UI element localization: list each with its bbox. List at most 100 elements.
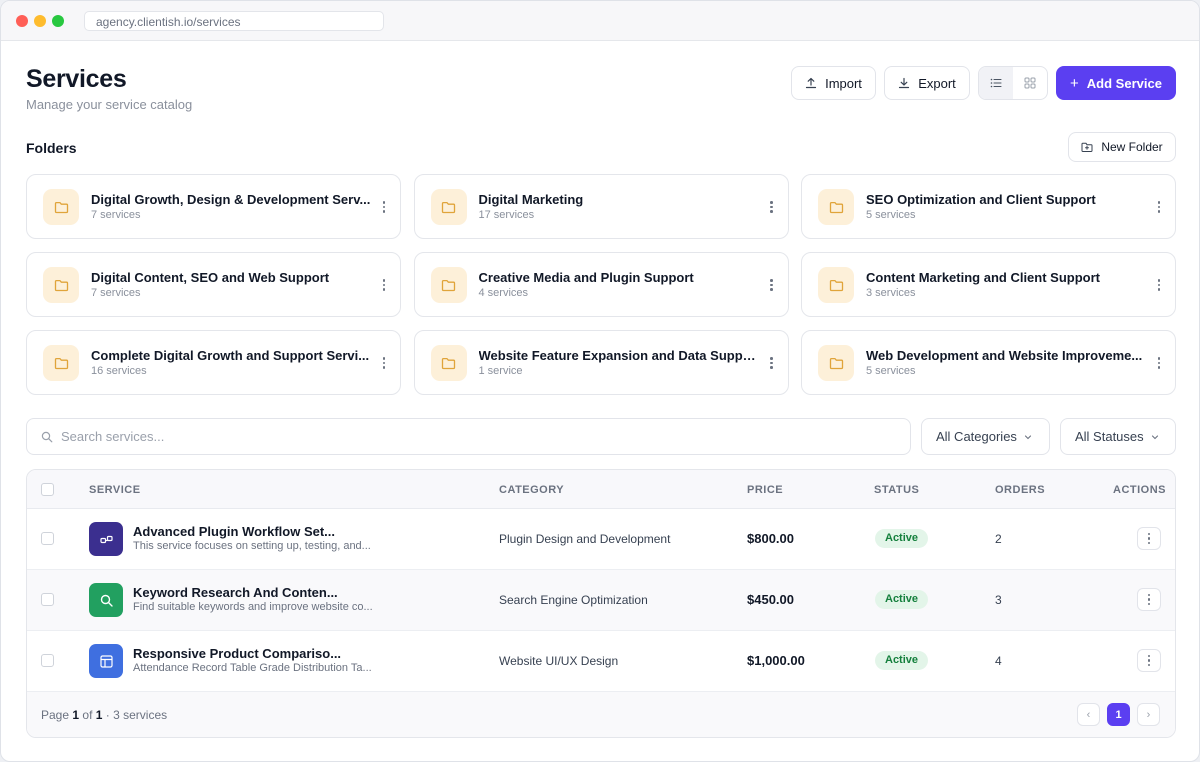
- more-vertical-icon[interactable]: [766, 199, 778, 215]
- list-view-button[interactable]: [979, 67, 1013, 99]
- grid-view-button[interactable]: [1013, 67, 1047, 99]
- row-checkbox[interactable]: [41, 532, 54, 545]
- folder-card[interactable]: Digital Growth, Design & Development Ser…: [26, 174, 401, 239]
- address-bar[interactable]: agency.clientish.io/services: [84, 11, 384, 31]
- add-service-button[interactable]: + Add Service: [1056, 66, 1176, 100]
- more-vertical-icon[interactable]: [378, 277, 390, 293]
- page-1-button[interactable]: 1: [1107, 703, 1130, 726]
- service-thumbnail: [89, 522, 123, 556]
- column-orders[interactable]: ORDERS: [995, 484, 1045, 496]
- close-window-button[interactable]: [16, 15, 28, 27]
- status-badge: Active: [875, 651, 929, 670]
- layout-icon: [99, 654, 113, 668]
- status-badge: Active: [875, 590, 929, 609]
- more-vertical-icon[interactable]: [1153, 199, 1165, 215]
- row-actions-button[interactable]: [1137, 649, 1161, 672]
- table-row[interactable]: Advanced Plugin Workflow Set... This serv…: [27, 509, 1175, 570]
- folder-card[interactable]: SEO Optimization and Client Support 5 ser…: [801, 174, 1176, 239]
- chevron-down-icon: [1151, 434, 1158, 439]
- service-orders: 2: [995, 532, 1002, 546]
- folder-card[interactable]: Digital Content, SEO and Web Support 7 se…: [26, 252, 401, 317]
- folder-count: 16 services: [91, 365, 147, 377]
- row-checkbox[interactable]: [41, 654, 54, 667]
- folder-icon-badge: [43, 267, 79, 303]
- folder-icon-badge: [818, 345, 854, 381]
- search-input[interactable]: [61, 429, 861, 444]
- row-checkbox[interactable]: [41, 593, 54, 606]
- column-status[interactable]: STATUS: [874, 484, 919, 496]
- folder-card[interactable]: Content Marketing and Client Support 3 se…: [801, 252, 1176, 317]
- service-name[interactable]: Advanced Plugin Workflow Set...: [133, 524, 363, 539]
- folder-name: Creative Media and Plugin Support: [478, 270, 694, 285]
- folder-icon: [829, 279, 843, 291]
- new-folder-button[interactable]: New Folder: [1068, 132, 1176, 162]
- service-description: Attendance Record Table Grade Distributi…: [133, 662, 372, 674]
- folder-name: Digital Growth, Design & Development Ser…: [91, 192, 371, 207]
- folder-grid: Digital Growth, Design & Development Ser…: [26, 174, 1176, 395]
- service-orders: 3: [995, 593, 1002, 607]
- folder-icon: [829, 357, 843, 369]
- folder-count: 5 services: [866, 365, 916, 377]
- folder-icon-badge: [43, 189, 79, 225]
- prev-page-button[interactable]: ‹: [1077, 703, 1100, 726]
- service-name[interactable]: Keyword Research And Conten...: [133, 585, 363, 600]
- folder-icon: [441, 279, 456, 291]
- service-name[interactable]: Responsive Product Compariso...: [133, 646, 363, 661]
- export-label: Export: [918, 75, 956, 91]
- folder-card[interactable]: Digital Marketing 17 services: [413, 174, 789, 239]
- grid-icon: [1024, 77, 1036, 89]
- more-vertical-icon[interactable]: [766, 277, 778, 293]
- plugin-icon: [99, 535, 113, 543]
- folder-card[interactable]: Complete Digital Growth and Support Serv…: [26, 330, 401, 395]
- more-vertical-icon[interactable]: [1153, 277, 1165, 293]
- plus-icon: +: [1070, 74, 1079, 92]
- more-vertical-icon[interactable]: [378, 199, 390, 215]
- row-actions-button[interactable]: [1137, 527, 1161, 550]
- add-service-label: Add Service: [1086, 75, 1162, 91]
- folder-count: 5 services: [866, 209, 916, 221]
- view-toggle: [978, 66, 1048, 100]
- service-price: $800.00: [747, 531, 794, 546]
- more-vertical-icon[interactable]: [1153, 355, 1165, 371]
- folder-plus-icon: [1081, 142, 1093, 152]
- column-actions: ACTIONS: [1113, 484, 1166, 496]
- folder-count: 1 service: [478, 365, 523, 377]
- browser-window: agency.clientish.io/services Services Ma…: [0, 0, 1200, 762]
- folder-name: Digital Content, SEO and Web Support: [91, 270, 330, 285]
- table-row[interactable]: Keyword Research And Conten... Find suita…: [27, 570, 1175, 631]
- folder-icon-badge: [430, 267, 467, 303]
- table-footer: Page 1 of 1 · 3 services ‹ 1 ›: [27, 692, 1175, 737]
- folder-card[interactable]: Web Development and Website Improveme...…: [801, 330, 1176, 395]
- folder-card[interactable]: Website Feature Expansion and Data Suppo…: [413, 330, 789, 395]
- column-service[interactable]: SERVICE: [89, 484, 141, 496]
- folder-icon-badge: [818, 189, 854, 225]
- search-icon: [100, 594, 113, 607]
- row-actions-button[interactable]: [1137, 588, 1161, 611]
- folder-card[interactable]: Creative Media and Plugin Support 4 servi…: [413, 252, 789, 317]
- folder-name: SEO Optimization and Client Support: [866, 192, 1096, 207]
- service-orders: 4: [995, 654, 1002, 668]
- maximize-window-button[interactable]: [52, 15, 64, 27]
- service-thumbnail: [89, 644, 123, 678]
- export-button[interactable]: Export: [884, 66, 970, 100]
- download-icon: [899, 77, 910, 89]
- service-price: $1,000.00: [747, 653, 805, 668]
- category-filter[interactable]: All Categories: [921, 418, 1050, 455]
- select-all-checkbox[interactable]: [41, 483, 54, 496]
- title-bar: agency.clientish.io/services: [1, 1, 1199, 41]
- minimize-window-button[interactable]: [34, 15, 46, 27]
- more-vertical-icon[interactable]: [378, 355, 390, 371]
- service-price: $450.00: [747, 592, 794, 607]
- page-number: 1: [72, 708, 80, 722]
- import-button[interactable]: Import: [791, 66, 876, 100]
- service-description: This service focuses on setting up, test…: [133, 540, 371, 552]
- column-category[interactable]: CATEGORY: [499, 484, 564, 496]
- table-row[interactable]: Responsive Product Compariso... Attendanc…: [27, 631, 1175, 692]
- folder-count: 7 services: [91, 209, 141, 221]
- status-filter[interactable]: All Statuses: [1060, 418, 1176, 455]
- list-icon: [990, 78, 1002, 88]
- column-price[interactable]: PRICE: [747, 484, 783, 496]
- next-page-button[interactable]: ›: [1137, 703, 1160, 726]
- more-vertical-icon[interactable]: [766, 355, 778, 371]
- category-filter-value: All Categories: [936, 429, 1017, 444]
